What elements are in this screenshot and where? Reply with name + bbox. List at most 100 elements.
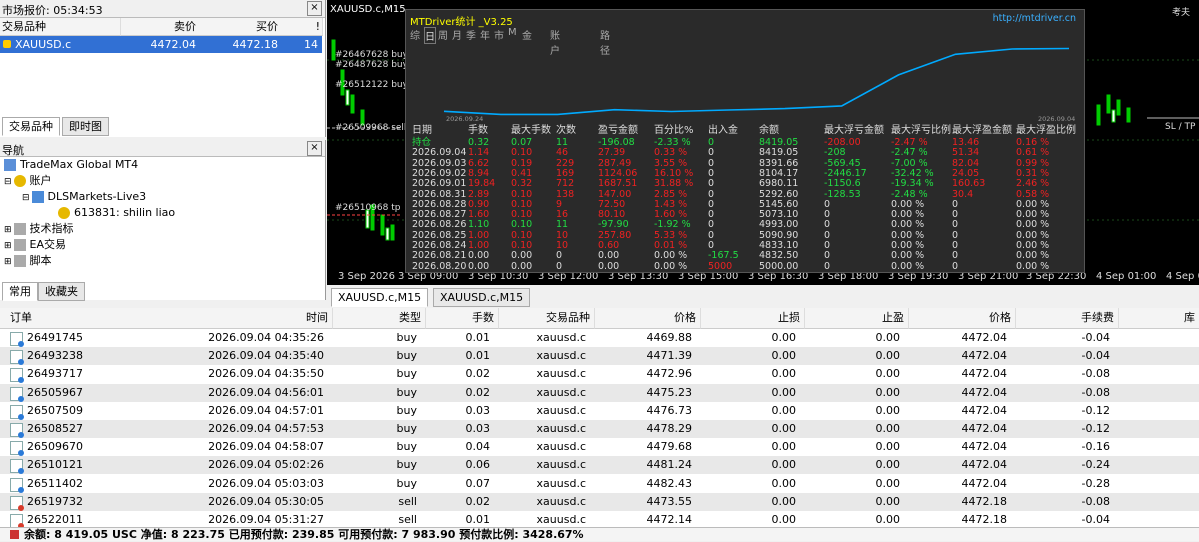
close-icon[interactable]: × (307, 1, 322, 16)
table-cell: xauusd.c (536, 403, 586, 417)
col-header-symbol[interactable]: 交易品种 (0, 18, 121, 36)
table-cell: 0.01 (465, 331, 491, 344)
col-header-ask[interactable]: 买价 (198, 18, 281, 36)
period-tab[interactable]: M (508, 27, 517, 38)
tree-item-indicators[interactable]: ⊞ 技术指标 (4, 221, 74, 237)
col-header-spread[interactable]: ! (280, 18, 323, 36)
table-cell: 0.00 (771, 367, 797, 381)
tab-symbols[interactable]: 交易品种 (2, 117, 60, 136)
col-header[interactable]: 库 (1119, 308, 1199, 329)
col-header[interactable]: 类型 (333, 308, 426, 329)
period-tab[interactable]: 市 (494, 27, 504, 42)
col-header[interactable]: 价格 (595, 308, 701, 329)
navigator-title: 导航 (2, 144, 24, 157)
market-watch-title: 市场报价: 05:34:53 (2, 4, 103, 17)
table-cell: 0.00 (875, 385, 901, 399)
order-icon (10, 459, 24, 475)
table-cell: -0.08 (1081, 385, 1110, 399)
table-cell: 26519732 (27, 494, 83, 508)
table-cell: 0.00 (771, 494, 797, 508)
period-tab[interactable]: 年 (480, 27, 490, 42)
table-cell: -0.12 (1081, 422, 1110, 435)
table-cell: 0.00 (771, 403, 797, 417)
period-tab[interactable]: 季 (466, 27, 476, 42)
order-icon (10, 514, 24, 529)
period-tab[interactable]: 综 (410, 27, 420, 42)
period-tab[interactable]: 金 (522, 27, 532, 42)
table-cell: 0.00 (875, 440, 901, 454)
table-cell: xauusd.c (536, 331, 586, 344)
table-row[interactable]: 26505967 2026.09.04 04:56:01 buy 0.02 xauusd… (0, 383, 1199, 402)
table-row[interactable]: 26511402 2026.09.04 05:03:03 buy 0.07 xauusd… (0, 475, 1199, 493)
stats-cell: 5000 (708, 260, 733, 272)
spread: 14 (304, 38, 318, 51)
tab-tick-chart[interactable]: 即时图 (62, 117, 109, 136)
stats-cell: 0 (556, 260, 563, 272)
col-header[interactable]: 交易品种 (499, 308, 595, 329)
col-header[interactable]: 订单 (0, 308, 152, 329)
table-cell: 2026.09.04 04:35:40 (208, 349, 324, 363)
table-cell: 4472.04 (961, 367, 1008, 381)
tab-common[interactable]: 常用 (2, 282, 38, 301)
stats-url[interactable]: http://mtdriver.cn (993, 13, 1076, 24)
terminal-icon (4, 159, 16, 171)
tab-chart-1[interactable]: XAUUSD.c,M15 (331, 288, 429, 307)
table-cell: 0.01 (465, 349, 491, 363)
order-icon (10, 441, 24, 457)
col-header[interactable]: 止盈 (805, 308, 909, 329)
table-cell: 2026.09.04 05:02:26 (208, 458, 324, 472)
table-cell: 0.06 (465, 458, 491, 472)
tree-item-experts[interactable]: ⊞ EA交易 (4, 237, 66, 253)
expert-icon (13, 239, 26, 251)
tree-item-account[interactable]: 613831: shilin liao (58, 205, 175, 221)
period-tab[interactable]: 月 (452, 27, 462, 42)
table-row[interactable]: 26493238 2026.09.04 04:35:40 buy 0.01 xauusd… (0, 347, 1199, 366)
col-header-bid[interactable]: 卖价 (121, 18, 199, 36)
stats-table: 日期 手数 最大手数 次数 盈亏金额 百分比% 出入金 余额 最大浮亏金额 最大浮亏比例 最大浮盈金… (406, 125, 1084, 272)
table-cell: 4471.39 (646, 349, 693, 363)
period-tab[interactable]: 日 (424, 27, 436, 44)
table-cell: 4472.04 (961, 349, 1008, 363)
table-cell: 0.00 (771, 440, 797, 454)
market-watch-row[interactable]: XAUUSD.c 4472.04 4472.18 14 (0, 36, 322, 53)
table-cell: 4479.68 (646, 440, 693, 454)
table-cell: xauusd.c (536, 494, 586, 508)
table-cell: buy (396, 367, 417, 381)
table-cell: 4472.04 (961, 385, 1008, 399)
table-cell: -0.12 (1081, 403, 1110, 417)
col-header[interactable]: 手数 (426, 308, 499, 329)
col-header[interactable]: 时间 (146, 308, 333, 329)
stats-header: 最大手数 (511, 125, 551, 136)
table-cell: buy (396, 349, 417, 363)
table-row[interactable]: 26510121 2026.09.04 05:02:26 buy 0.06 xauusd… (0, 456, 1199, 475)
table-row[interactable]: 26491745 2026.09.04 04:35:26 buy 0.01 xauusd… (0, 329, 1199, 347)
table-row[interactable]: 26508527 2026.09.04 04:57:53 buy 0.03 xauusd… (0, 420, 1199, 438)
table-row[interactable]: 26493717 2026.09.04 04:35:50 buy 0.02 xauusd… (0, 365, 1199, 384)
tree-item-terminal[interactable]: TradeMax Global MT4 (4, 157, 138, 173)
col-header[interactable]: 止损 (701, 308, 805, 329)
tree-item-accounts[interactable]: ⊟ 账户 (4, 173, 52, 189)
order-label: #26487628 buy (335, 60, 408, 70)
tab-chart-2[interactable]: XAUUSD.c,M15 (433, 288, 531, 307)
order-icon (10, 404, 24, 420)
stats-cell: 0.00 (511, 260, 533, 272)
close-icon[interactable]: × (307, 141, 322, 156)
col-header[interactable]: 价格 (909, 308, 1016, 329)
time-tick: 3 Sep 2026 (338, 271, 396, 282)
table-cell: 4478.29 (646, 422, 693, 435)
tree-item-server[interactable]: ⊟ DLSMarkets-Live3 (22, 189, 146, 205)
table-cell: buy (396, 422, 417, 435)
table-cell: 0.00 (875, 476, 901, 490)
table-row[interactable]: 26509670 2026.09.04 04:58:07 buy 0.04 xauusd… (0, 438, 1199, 457)
table-row[interactable]: 26507509 2026.09.04 04:57:01 buy 0.03 xauusd… (0, 402, 1199, 420)
order-label: #26467628 buy (335, 50, 408, 60)
col-header[interactable]: 手续费 (1016, 308, 1119, 329)
table-row[interactable]: 26519732 2026.09.04 05:30:05 sell 0.02 xauus… (0, 492, 1199, 511)
tab-favorites[interactable]: 收藏夹 (38, 282, 85, 301)
trade-table: 订单 时间 类型 手数 交易品种 价格 止损 止盈 价格 手续费库 26491745 2026.09… (0, 308, 1199, 540)
tree-item-scripts[interactable]: ⊞ 脚本 (4, 253, 52, 269)
table-cell: -0.04 (1081, 349, 1110, 363)
period-tab[interactable]: 周 (438, 27, 448, 42)
table-cell: -0.28 (1081, 476, 1110, 490)
table-cell: 2026.09.04 04:35:50 (208, 367, 324, 381)
